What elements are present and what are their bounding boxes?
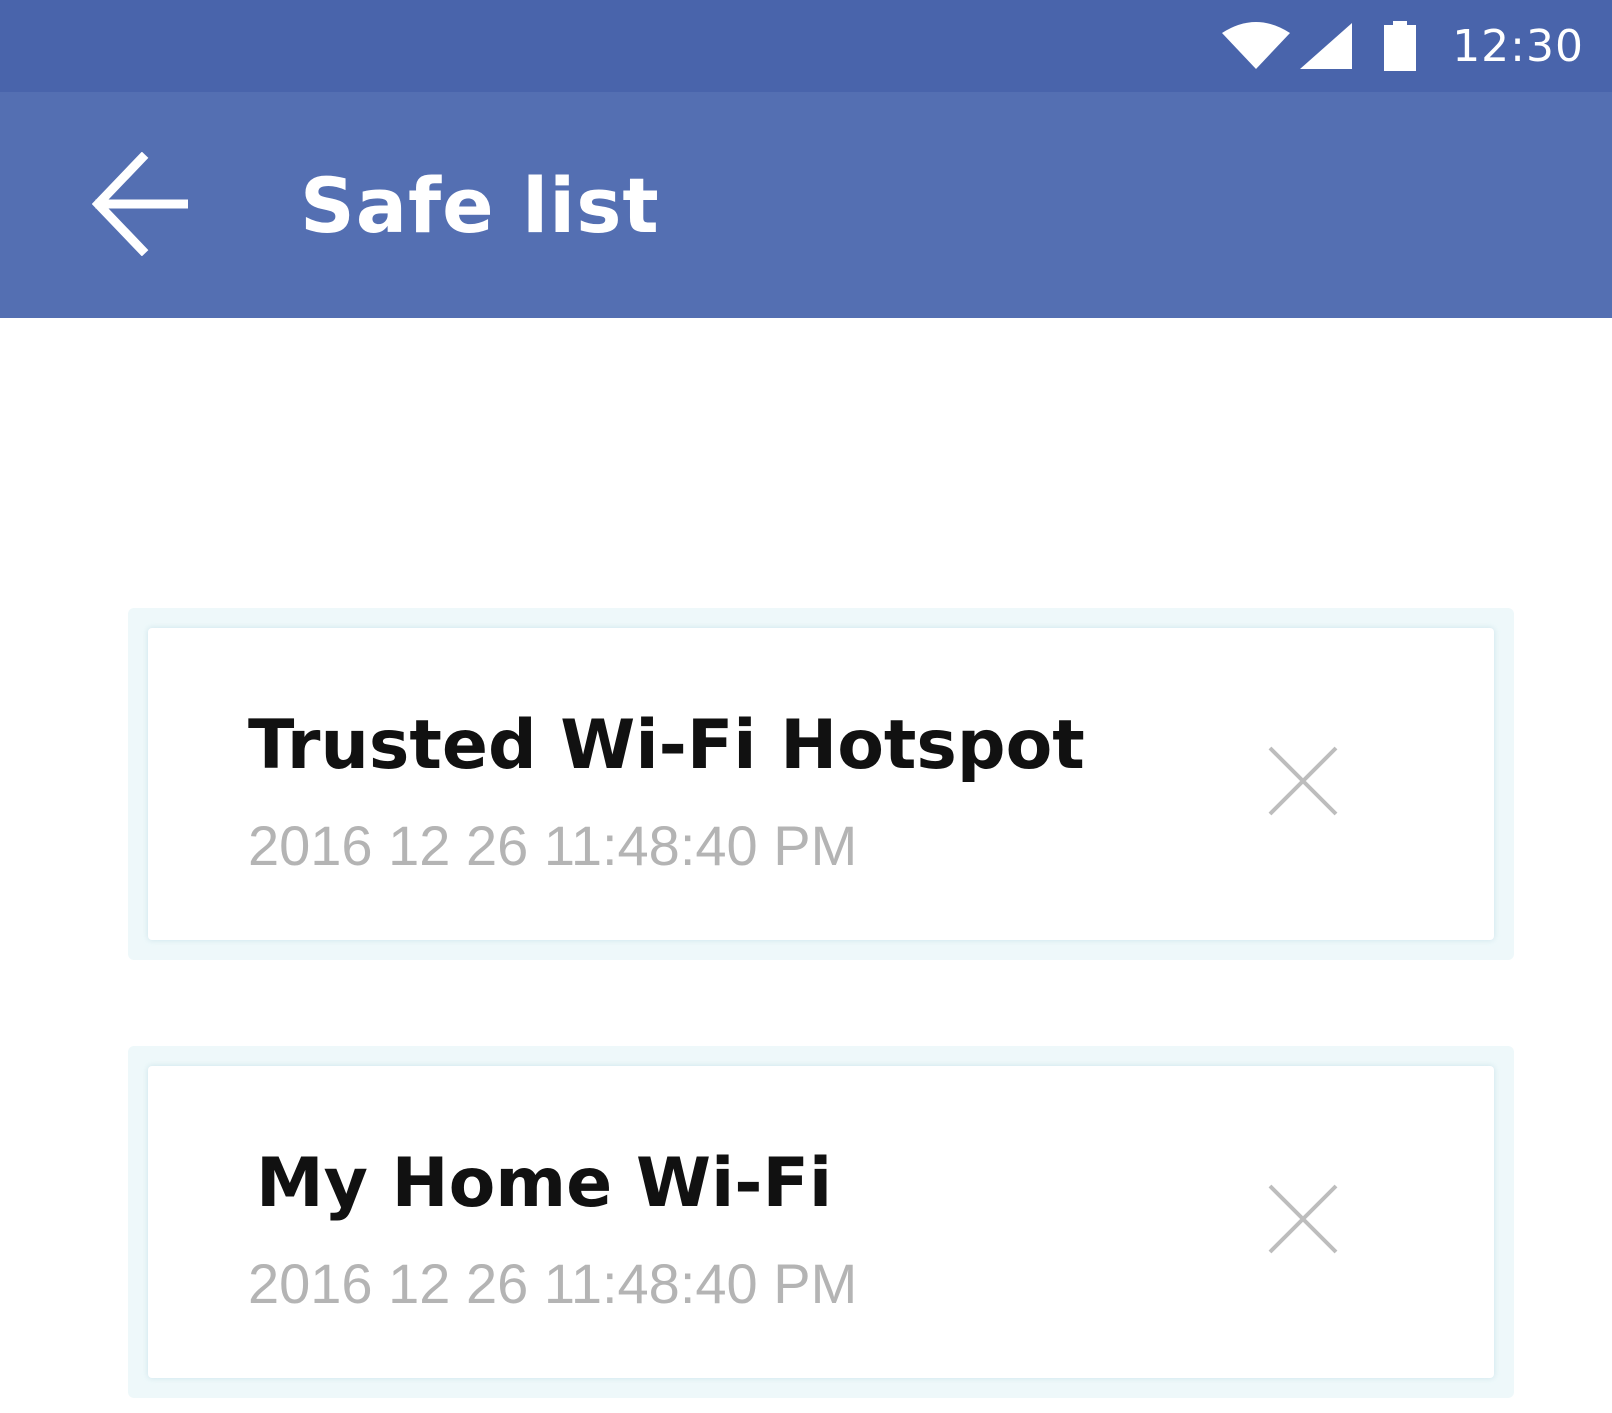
wifi-icon <box>1220 21 1292 71</box>
list-item-title: Trusted Wi-Fi Hotspot <box>248 706 1085 785</box>
close-icon <box>1266 744 1340 823</box>
list-item-date: 2016 12 26 11:48:40 PM <box>248 814 858 877</box>
arrow-left-icon <box>91 151 189 261</box>
app-bar: Safe list <box>0 92 1612 318</box>
list-item-card: My Home Wi-Fi 2016 12 26 11:48:40 PM <box>148 1066 1494 1378</box>
list-item-title: My Home Wi-Fi <box>256 1144 833 1223</box>
list-item-card: Trusted Wi-Fi Hotspot 2016 12 26 11:48:4… <box>148 628 1494 940</box>
status-time: 12:30 <box>1452 20 1584 72</box>
list-item: Trusted Wi-Fi Hotspot 2016 12 26 11:48:4… <box>128 608 1514 960</box>
battery-icon <box>1382 21 1418 71</box>
cellular-signal-icon <box>1298 21 1354 71</box>
remove-button[interactable] <box>1258 1176 1348 1266</box>
list-item: My Home Wi-Fi 2016 12 26 11:48:40 PM <box>128 1046 1514 1398</box>
list-item-date: 2016 12 26 11:48:40 PM <box>248 1252 858 1315</box>
status-bar: 12:30 <box>0 0 1612 92</box>
page-title: Safe list <box>300 161 660 250</box>
status-icons: 12:30 <box>1220 0 1584 92</box>
back-button[interactable] <box>88 151 192 261</box>
close-icon <box>1266 1182 1340 1261</box>
remove-button[interactable] <box>1258 738 1348 828</box>
